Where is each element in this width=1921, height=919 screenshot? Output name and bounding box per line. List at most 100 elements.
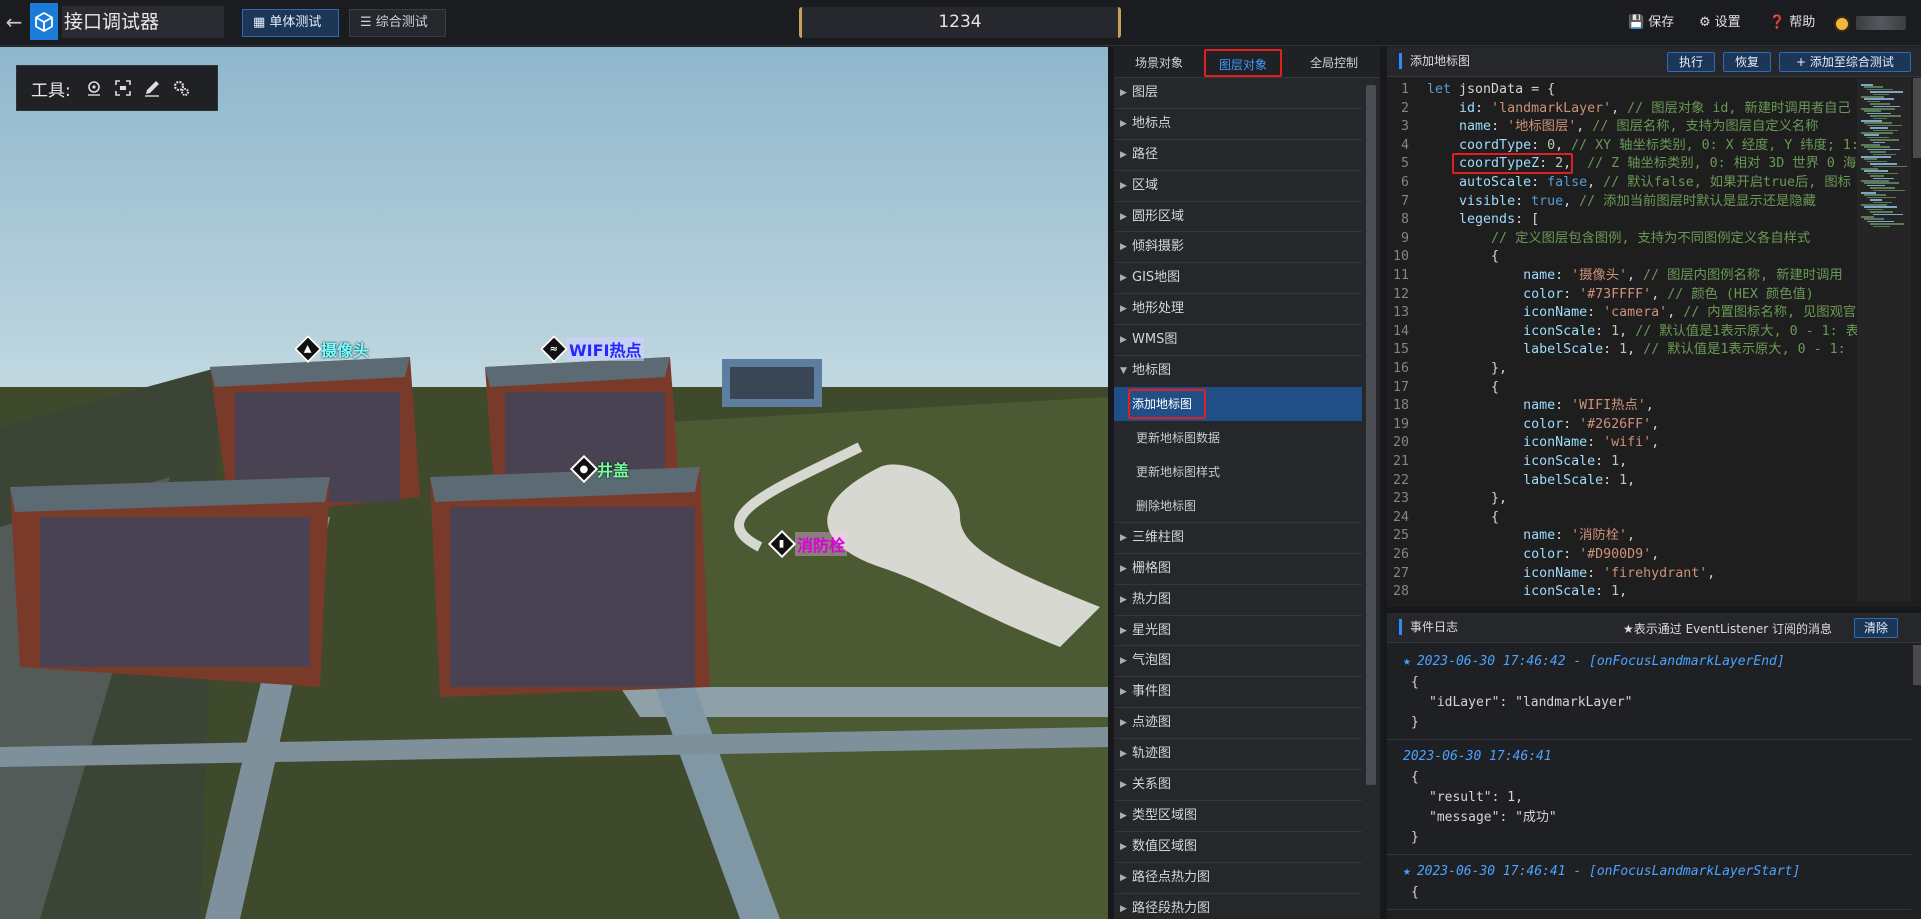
code-line[interactable]: 1 let jsonData = { bbox=[1387, 80, 1857, 99]
category-item[interactable]: ▶ 路径段热力图 bbox=[1114, 894, 1362, 919]
code-minimap[interactable] bbox=[1857, 78, 1911, 601]
tab-scene-objects[interactable]: 场景对象 bbox=[1124, 49, 1194, 77]
category-item[interactable]: ▶ 路径 bbox=[1114, 140, 1362, 171]
tab-integrated-test[interactable]: ☰ 综合测试 bbox=[349, 9, 446, 37]
category-item[interactable]: ▶ 地形处理 bbox=[1114, 294, 1362, 326]
code-line[interactable]: 10 { bbox=[1387, 247, 1857, 266]
code-line[interactable]: 2 id: 'landmarkLayer', // 图层对象 id, 新建时调用… bbox=[1387, 99, 1857, 118]
code-line[interactable]: 14 iconScale: 1, // 默认值是1表示原大, 0 - 1: 表 bbox=[1387, 322, 1857, 341]
search-input[interactable]: 1234 bbox=[799, 7, 1121, 38]
map-label-hydrant[interactable]: ▮ 消防栓 bbox=[767, 529, 848, 559]
code-line[interactable]: 25 name: '消防栓', bbox=[1387, 526, 1857, 545]
code-line[interactable]: 23 }, bbox=[1387, 489, 1857, 508]
code-line[interactable]: 21 iconScale: 1, bbox=[1387, 452, 1857, 471]
code-line[interactable]: 26 color: '#D900D9', bbox=[1387, 545, 1857, 564]
log-list[interactable]: ★ 2023-06-30 17:46:42 - [onFocusLandmarkL… bbox=[1387, 645, 1911, 919]
code-line[interactable]: 12 color: '#73FFFF', // 颜色 (HEX 颜色值) bbox=[1387, 285, 1857, 304]
run-button[interactable]: 执行 bbox=[1667, 52, 1715, 72]
log-entry[interactable]: ★ 2023-06-30 17:46:42 - [onFocusLandmarkL… bbox=[1387, 645, 1911, 740]
code-line[interactable]: 4 coordType: 0, // XY 轴坐标类别, 0: X 经度, Y … bbox=[1387, 136, 1857, 155]
code-line[interactable]: 3 name: '地标图层', // 图层名称, 支持为图层自定义名称 bbox=[1387, 117, 1857, 136]
category-item[interactable]: ▶ 倾斜摄影 bbox=[1114, 232, 1362, 264]
line-number: 16 bbox=[1392, 361, 1409, 376]
code-line[interactable]: 22 labelScale: 1, bbox=[1387, 471, 1857, 490]
code-line[interactable]: 15 labelScale: 1, // 默认值是1表示原大, 0 - 1: bbox=[1387, 340, 1857, 359]
caret-right-icon: ▶ bbox=[1120, 180, 1127, 191]
category-scrollbar[interactable] bbox=[1366, 85, 1376, 785]
code-line[interactable]: 9 // 定义图层包含图例, 支持为不同图例定义各自样式 bbox=[1387, 229, 1857, 248]
category-item[interactable]: ▶ 三维柱图 bbox=[1114, 523, 1362, 554]
category-item[interactable]: ▶ 类型区域图 bbox=[1114, 801, 1362, 832]
code-token: : bbox=[1555, 268, 1572, 283]
splitter-category[interactable] bbox=[1380, 47, 1387, 919]
code-line[interactable]: 11 name: '摄像头', // 图层内图例名称, 新建时调用 bbox=[1387, 266, 1857, 285]
caret-right-icon: ▶ bbox=[1120, 903, 1127, 914]
code-line[interactable]: 8 legends: [ bbox=[1387, 210, 1857, 229]
map-label-camera[interactable]: ▲ 摄像头 bbox=[293, 334, 369, 364]
minimap-line bbox=[1867, 88, 1893, 91]
code-line[interactable]: 18 name: 'WIFI热点', bbox=[1387, 396, 1857, 415]
category-item[interactable]: ▶ 热力图 bbox=[1114, 585, 1362, 616]
sub-item-delete[interactable]: 删除地标图 bbox=[1114, 489, 1362, 523]
category-item[interactable]: ▶ 图层 bbox=[1114, 78, 1362, 109]
category-item[interactable]: ▶ 路径点热力图 bbox=[1114, 863, 1362, 894]
category-item[interactable]: ▶ GIS地图 bbox=[1114, 263, 1362, 295]
code-line[interactable]: 19 color: '#2626FF', bbox=[1387, 415, 1857, 434]
code-line[interactable]: 17 { bbox=[1387, 378, 1857, 397]
map-label-manhole[interactable]: ● 井盖 bbox=[569, 454, 629, 484]
category-item[interactable]: ▶ 轨迹图 bbox=[1114, 739, 1362, 771]
log-entry[interactable]: 2023-06-30 17:46:41 {"result": 1, "message… bbox=[1387, 740, 1911, 855]
back-arrow-icon[interactable]: ← bbox=[2, 8, 26, 36]
category-item-expanded[interactable]: ▼ 地标图 bbox=[1114, 356, 1362, 387]
minimap-line bbox=[1864, 146, 1890, 148]
code-line[interactable]: 16 }, bbox=[1387, 359, 1857, 378]
sub-item-update-style[interactable]: 更新地标图样式 bbox=[1114, 455, 1362, 489]
editor-scrollbar[interactable] bbox=[1913, 78, 1921, 158]
avatar[interactable] bbox=[1834, 16, 1850, 32]
star-icon: ★ bbox=[1403, 864, 1411, 879]
category-item[interactable]: ▶ 事件图 bbox=[1114, 677, 1362, 709]
editor-header: 添加地标图 执行 恢复 + 添加至综合测试 bbox=[1387, 47, 1921, 77]
minimap-line bbox=[1873, 93, 1889, 96]
category-item[interactable]: ▶ 气泡图 bbox=[1114, 646, 1362, 678]
code-line[interactable]: 13 iconName: 'camera', // 内置图标名称, 见图观官 bbox=[1387, 303, 1857, 322]
frame-icon[interactable] bbox=[113, 78, 133, 98]
tab-global-control[interactable]: 全局控制 bbox=[1294, 49, 1374, 77]
category-item[interactable]: ▶ 数值区域图 bbox=[1114, 832, 1362, 863]
code-token: { bbox=[1427, 249, 1500, 265]
code-line[interactable]: 27 iconName: 'firehydrant', bbox=[1387, 564, 1857, 583]
code-line[interactable]: 6 autoScale: false, // 默认false, 如果开启true… bbox=[1387, 173, 1857, 192]
locate-icon[interactable] bbox=[84, 78, 104, 98]
category-item[interactable]: ▶ 区域 bbox=[1114, 171, 1362, 202]
category-item[interactable]: ▶ 星光图 bbox=[1114, 616, 1362, 647]
category-item[interactable]: ▶ WMS图 bbox=[1114, 325, 1362, 357]
tab-layer-objects[interactable]: 图层对象 bbox=[1204, 49, 1282, 77]
category-item[interactable]: ▶ 地标点 bbox=[1114, 109, 1362, 140]
settings-button[interactable]: ⚙ 设置 bbox=[1699, 14, 1741, 32]
map-label-wifi[interactable]: ≈ WIFI热点 bbox=[539, 334, 644, 364]
code-line[interactable]: 24 { bbox=[1387, 508, 1857, 527]
sub-item-update-data[interactable]: 更新地标图数据 bbox=[1114, 421, 1362, 455]
code-line[interactable]: 20 iconName: 'wifi', bbox=[1387, 433, 1857, 452]
save-button[interactable]: 💾 保存 bbox=[1628, 14, 1674, 32]
gears-icon[interactable] bbox=[171, 78, 191, 98]
tab-unit-test[interactable]: ▦ 单体测试 bbox=[242, 9, 339, 37]
minimap-line bbox=[1873, 117, 1887, 120]
category-item[interactable]: ▶ 点迹图 bbox=[1114, 708, 1362, 740]
log-scrollbar[interactable] bbox=[1913, 645, 1921, 685]
clear-log-button[interactable]: 清除 bbox=[1854, 618, 1898, 638]
category-item[interactable]: ▶ 关系图 bbox=[1114, 770, 1362, 801]
restore-button[interactable]: 恢复 bbox=[1723, 52, 1771, 72]
minimap-line bbox=[1873, 201, 1892, 204]
pencil-icon[interactable] bbox=[142, 78, 162, 98]
category-item[interactable]: ▶ 栅格图 bbox=[1114, 554, 1362, 585]
category-item[interactable]: ▶ 圆形区域 bbox=[1114, 202, 1362, 233]
sub-item-add-landmark[interactable]: 添加地标图 bbox=[1114, 386, 1362, 421]
log-entry[interactable]: ★ 2023-06-30 17:46:41 - [onFocusLandmarkL… bbox=[1387, 855, 1911, 910]
add-to-integrated-test-button[interactable]: + 添加至综合测试 bbox=[1779, 52, 1911, 72]
help-button[interactable]: ❓ 帮助 bbox=[1769, 14, 1815, 32]
scene-viewport[interactable]: 工具: ▲ 摄像头 ≈ WIFI热点 ● 井盖 ▮ 消防栓 bbox=[0, 47, 1108, 919]
code-line[interactable]: 7 visible: true, // 添加当前图层时默认是显示还是隐藏 bbox=[1387, 192, 1857, 211]
code-line[interactable]: 28 iconScale: 1, bbox=[1387, 582, 1857, 601]
